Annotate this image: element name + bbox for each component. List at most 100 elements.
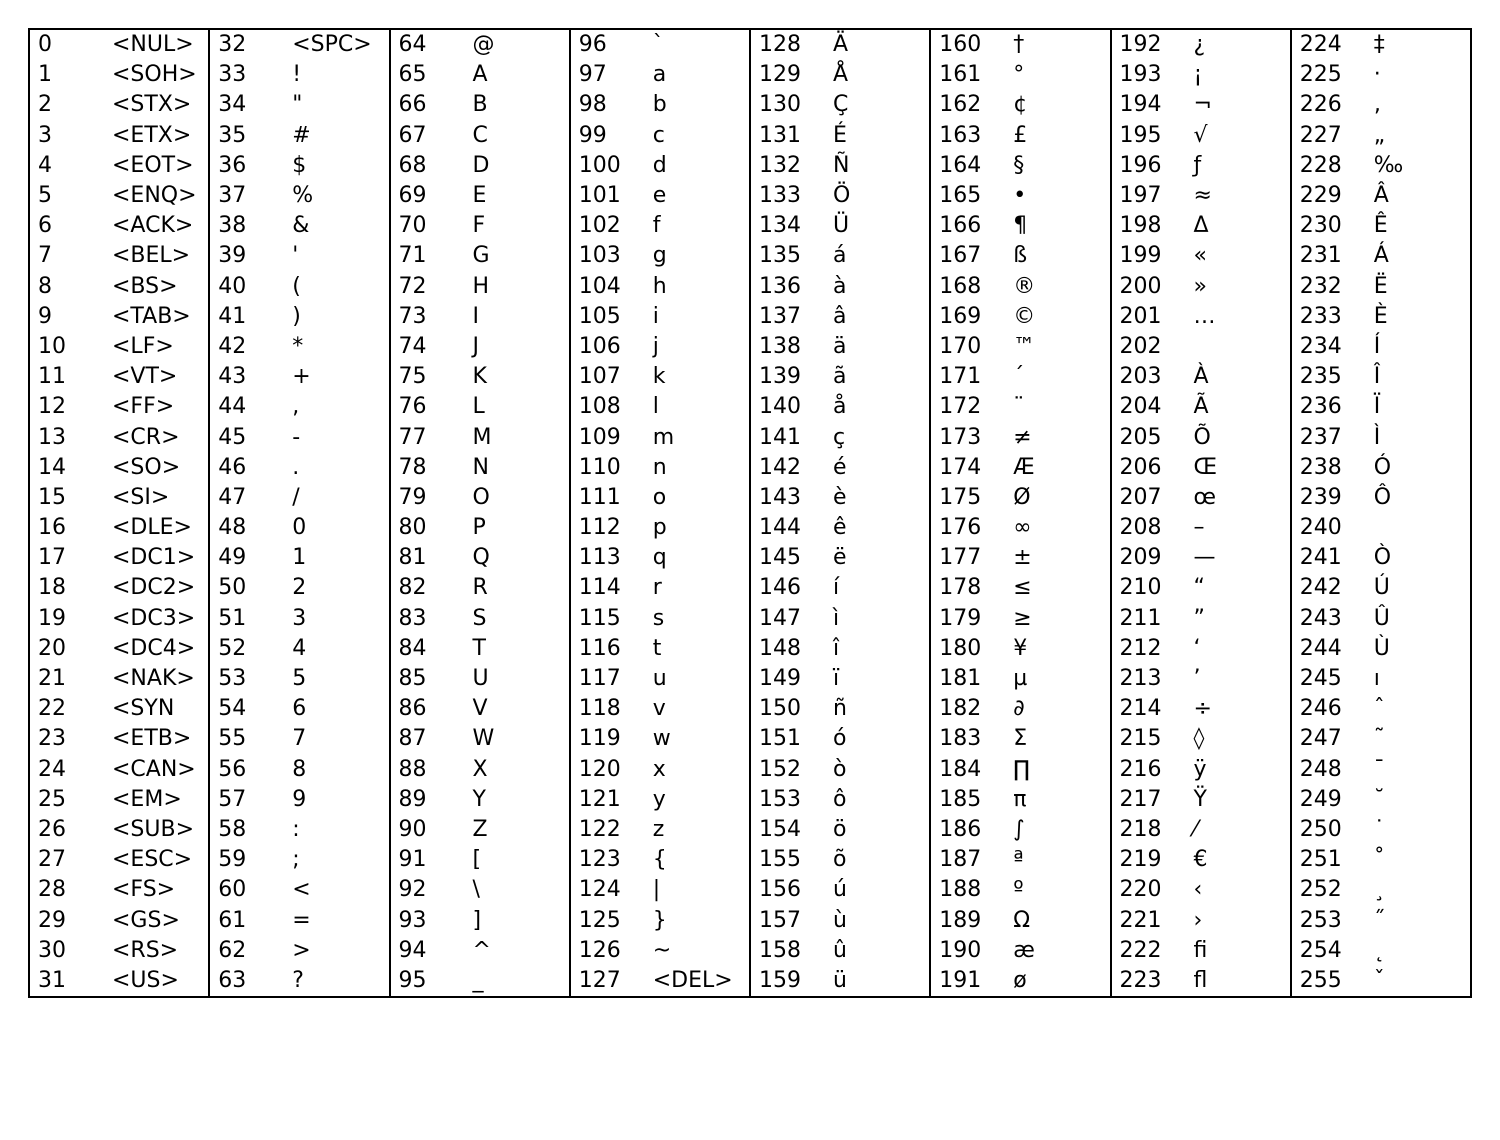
table-row: 118v <box>571 694 749 724</box>
table-row: 1<SOH> <box>30 60 208 90</box>
char-code: 63 <box>218 970 268 992</box>
char-glyph: • <box>989 185 1103 207</box>
char-code: 239 <box>1300 487 1350 509</box>
char-glyph: <CR> <box>88 427 202 449</box>
table-row: 252¸ <box>1292 875 1470 905</box>
char-code: 240 <box>1300 517 1350 539</box>
char-glyph: e <box>629 185 743 207</box>
char-glyph: ± <box>989 547 1103 569</box>
table-row: 92\ <box>391 875 569 905</box>
char-code: 252 <box>1300 879 1350 901</box>
char-glyph: Σ <box>989 728 1103 750</box>
char-code: 203 <box>1120 366 1170 388</box>
table-row: 243Û <box>1292 604 1470 634</box>
table-row: 221› <box>1112 905 1290 935</box>
char-code: 86 <box>399 698 449 720</box>
column-3: 96`97a98b99c100d101e102f103g104h105i106j… <box>569 30 749 996</box>
char-glyph: ≠ <box>989 427 1103 449</box>
char-code: 74 <box>399 336 449 358</box>
char-glyph: 2 <box>268 577 382 599</box>
char-glyph: è <box>809 487 923 509</box>
table-row: 138ä <box>751 332 929 362</box>
table-row: 171´ <box>931 362 1109 392</box>
table-row: 192¿ <box>1112 30 1290 60</box>
table-row: 79O <box>391 483 569 513</box>
char-glyph: Á <box>1350 245 1464 267</box>
char-glyph: $ <box>268 155 382 177</box>
char-glyph: S <box>449 608 563 630</box>
char-glyph: Z <box>449 819 563 841</box>
char-code: 89 <box>399 789 449 811</box>
char-glyph: b <box>629 94 743 116</box>
char-glyph: <ENQ> <box>88 185 202 207</box>
table-row: 84T <box>391 634 569 664</box>
table-row: 235Î <box>1292 362 1470 392</box>
table-row: 40( <box>210 272 388 302</box>
char-glyph: ü <box>809 970 923 992</box>
table-row: 236Ï <box>1292 392 1470 422</box>
char-glyph: <DLE> <box>88 517 202 539</box>
char-code: 53 <box>218 668 268 690</box>
char-code: 234 <box>1300 336 1350 358</box>
char-glyph: Ï <box>1350 396 1464 418</box>
char-code: 215 <box>1120 728 1170 750</box>
table-row: 78N <box>391 453 569 483</box>
char-code: 12 <box>38 396 88 418</box>
char-code: 225 <box>1300 64 1350 86</box>
char-glyph: <SOH> <box>88 64 202 86</box>
table-row: 214÷ <box>1112 694 1290 724</box>
char-glyph: } <box>629 910 743 932</box>
char-glyph: ∂ <box>989 698 1103 720</box>
table-row: 97a <box>571 60 749 90</box>
char-code: 241 <box>1300 547 1350 569</box>
char-code: 42 <box>218 336 268 358</box>
char-glyph: ˜ <box>1350 728 1464 750</box>
table-row: 158û <box>751 936 929 966</box>
char-glyph: n <box>629 457 743 479</box>
char-code: 56 <box>218 759 268 781</box>
char-code: 8 <box>38 276 88 298</box>
char-code: 167 <box>939 245 989 267</box>
char-code: 2 <box>38 94 88 116</box>
char-code: 17 <box>38 547 88 569</box>
char-code: 151 <box>759 728 809 750</box>
char-code: 233 <box>1300 306 1350 328</box>
char-code: 250 <box>1300 819 1350 841</box>
table-row: 217Ÿ <box>1112 785 1290 815</box>
char-glyph: ì <box>809 608 923 630</box>
char-glyph: ˘ <box>1350 789 1464 811</box>
char-code: 20 <box>38 638 88 660</box>
char-code: 54 <box>218 698 268 720</box>
table-row: 212‘ <box>1112 634 1290 664</box>
char-glyph: = <box>268 910 382 932</box>
char-glyph: O <box>449 487 563 509</box>
char-code: 171 <box>939 366 989 388</box>
table-row: 194¬ <box>1112 90 1290 120</box>
char-glyph: | <box>629 879 743 901</box>
char-code: 243 <box>1300 608 1350 630</box>
char-glyph: ≥ <box>989 608 1103 630</box>
table-row: 25<EM> <box>30 785 208 815</box>
char-glyph: z <box>629 819 743 841</box>
char-glyph: î <box>809 638 923 660</box>
char-code: 114 <box>579 577 629 599</box>
table-row: 167ß <box>931 241 1109 271</box>
char-code: 164 <box>939 155 989 177</box>
table-row: 240 <box>1292 513 1470 543</box>
char-glyph: à <box>809 276 923 298</box>
char-code: 118 <box>579 698 629 720</box>
char-code: 11 <box>38 366 88 388</box>
table-row: 17<DC1> <box>30 543 208 573</box>
table-row: 172¨ <box>931 392 1109 422</box>
char-code: 188 <box>939 879 989 901</box>
char-code: 14 <box>38 457 88 479</box>
table-row: 102f <box>571 211 749 241</box>
char-code: 184 <box>939 759 989 781</box>
table-row: 140å <box>751 392 929 422</box>
char-code: 109 <box>579 427 629 449</box>
table-row: 148î <box>751 634 929 664</box>
table-row: 141ç <box>751 422 929 452</box>
table-row: 123{ <box>571 845 749 875</box>
table-row: 219€ <box>1112 845 1290 875</box>
char-code: 158 <box>759 940 809 962</box>
